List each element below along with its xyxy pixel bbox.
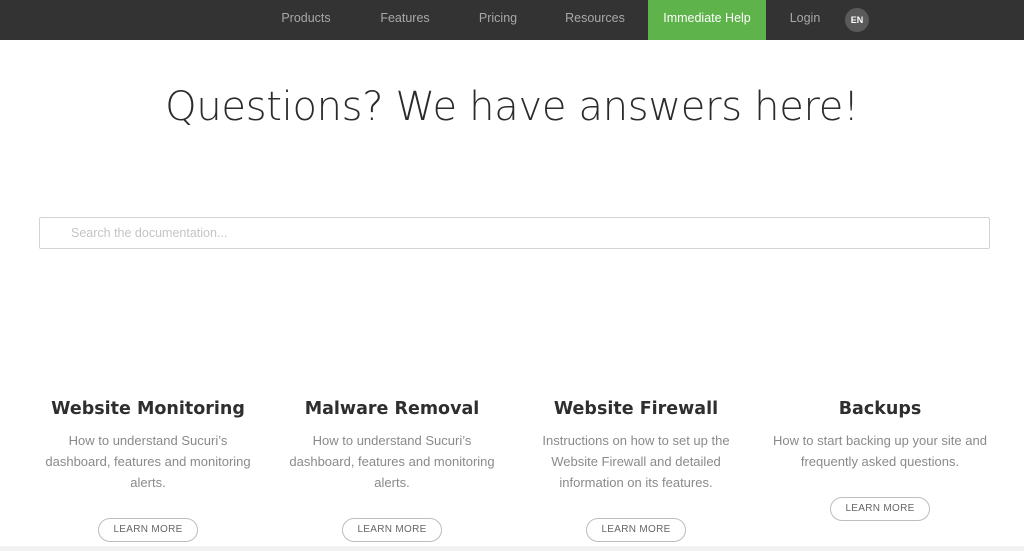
nav-features[interactable]: Features	[363, 0, 447, 40]
learn-more-button[interactable]: LEARN MORE	[586, 518, 686, 542]
nav-immediate-help[interactable]: Immediate Help	[648, 0, 766, 40]
learn-more-button[interactable]: LEARN MORE	[830, 497, 930, 521]
language-selector[interactable]: EN	[845, 8, 869, 32]
footer-divider	[0, 546, 1024, 551]
card-website-monitoring: Website Monitoring How to understand Suc…	[33, 396, 263, 493]
card-description: How to understand Sucuri’s dashboard, fe…	[45, 433, 251, 490]
card-website-firewall: Website Firewall Instructions on how to …	[521, 396, 751, 493]
card-description: How to understand Sucuri’s dashboard, fe…	[289, 433, 495, 490]
card-title: Website Monitoring	[51, 399, 245, 419]
top-navigation: Products Features Pricing Resources Imme…	[0, 0, 1024, 40]
card-title: Website Firewall	[553, 399, 719, 419]
nav-pricing[interactable]: Pricing	[463, 0, 533, 40]
page-title: Questions? We have answers here!	[165, 84, 859, 130]
card-backups: Backups How to start backing up your sit…	[765, 396, 995, 472]
nav-login[interactable]: Login	[780, 0, 830, 40]
learn-more-button[interactable]: LEARN MORE	[98, 518, 198, 542]
search-input[interactable]	[39, 217, 990, 249]
card-malware-removal: Malware Removal How to understand Sucuri…	[277, 396, 507, 493]
card-description: How to start backing up your site and fr…	[773, 433, 987, 469]
learn-more-button[interactable]: LEARN MORE	[342, 518, 442, 542]
nav-products[interactable]: Products	[265, 0, 347, 40]
nav-resources[interactable]: Resources	[551, 0, 639, 40]
card-title: Backups	[838, 399, 922, 419]
card-title: Malware Removal	[304, 399, 480, 419]
card-description: Instructions on how to set up the Websit…	[542, 433, 730, 490]
